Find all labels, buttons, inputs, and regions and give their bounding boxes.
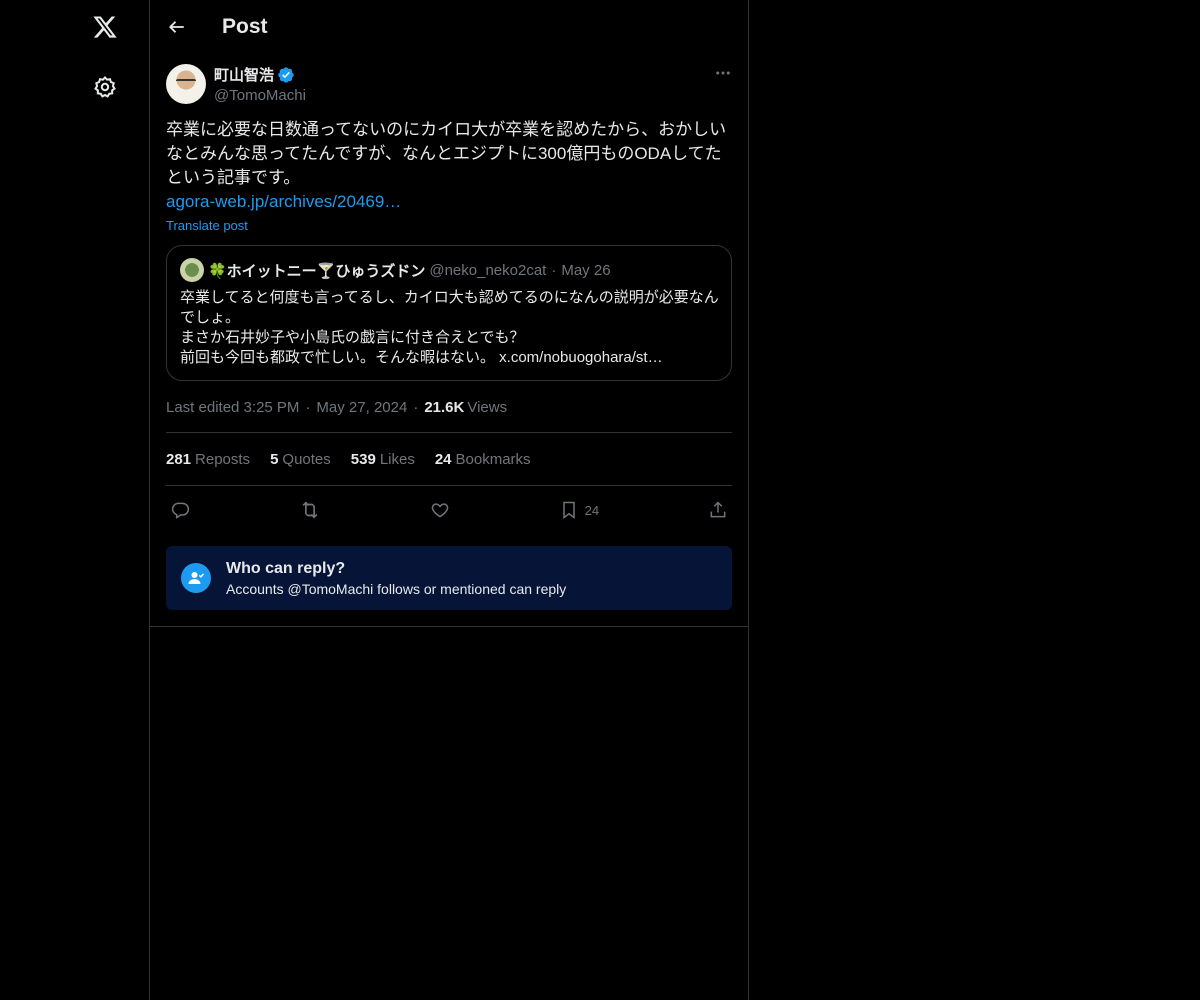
share-icon bbox=[710, 501, 726, 518]
left-rail bbox=[0, 0, 150, 1000]
repost-icon bbox=[302, 501, 318, 519]
quoted-post[interactable]: 🍀ホイットニー🍸ひゅうズドン @neko_neko2cat · May 26 卒… bbox=[166, 245, 732, 381]
stat-label: Likes bbox=[379, 450, 415, 468]
quotes-stat[interactable]: 5 Quotes bbox=[270, 451, 331, 468]
views-label: Views bbox=[467, 399, 508, 416]
quote-separator: · bbox=[551, 261, 557, 279]
bookmark-icon bbox=[562, 501, 575, 519]
back-arrow-icon[interactable] bbox=[166, 16, 188, 38]
author-name[interactable]: 町山智浩 bbox=[214, 64, 274, 85]
post-column: Post 町山智浩 @TomoMachi 卒業に必要な日数通ってないのにカイロ大… bbox=[149, 0, 749, 1000]
author-name-row: 町山智浩 bbox=[214, 64, 306, 85]
stat-number: 539 bbox=[350, 450, 376, 468]
post: 町山智浩 @TomoMachi 卒業に必要な日数通ってないのにカイロ大が卒業を認… bbox=[150, 54, 748, 610]
heart-icon bbox=[431, 503, 449, 518]
stat-label: Quotes bbox=[282, 450, 331, 468]
quote-date: May 26 bbox=[561, 261, 611, 279]
reply-button[interactable] bbox=[170, 500, 190, 520]
meta-separator: · bbox=[305, 399, 311, 416]
settings-gear-icon[interactable] bbox=[88, 70, 122, 104]
post-link[interactable]: agora-web.jp/archives/20469… bbox=[166, 190, 736, 214]
post-body: 卒業に必要な日数通ってないのにカイロ大が卒業を認めたから、おかしいなとみんな思っ… bbox=[166, 120, 727, 187]
page-title: Post bbox=[222, 15, 268, 38]
reply-restriction-banner: Who can reply? Accounts @TomoMachi follo… bbox=[166, 546, 732, 610]
like-button[interactable] bbox=[430, 500, 450, 520]
verified-badge-icon bbox=[277, 66, 295, 84]
more-options-icon[interactable] bbox=[714, 64, 732, 87]
repost-button[interactable] bbox=[299, 499, 321, 521]
author-row: 町山智浩 @TomoMachi bbox=[166, 64, 732, 104]
stat-number: 5 bbox=[270, 450, 279, 468]
bookmarks-stat[interactable]: 24 Bookmarks bbox=[435, 451, 531, 468]
edited-time[interactable]: Last edited 3:25 PM bbox=[166, 399, 299, 416]
header: Post bbox=[150, 0, 748, 54]
bookmark-button[interactable]: 24 bbox=[559, 500, 599, 520]
avatar[interactable] bbox=[166, 64, 206, 104]
quote-author-name: 🍀ホイットニー🍸ひゅうズドン bbox=[208, 262, 426, 280]
stat-number: 281 bbox=[166, 450, 192, 468]
bookmark-count: 24 bbox=[584, 502, 600, 518]
reply-restriction-subtitle: Accounts @TomoMachi follows or mentioned… bbox=[226, 580, 567, 597]
quote-text: 卒業してると何度も言ってるし、カイロ大も認めてるのになんの説明が必要なんでしょ。… bbox=[180, 289, 719, 366]
stat-number: 24 bbox=[434, 450, 452, 468]
quote-header: 🍀ホイットニー🍸ひゅうズドン @neko_neko2cat · May 26 bbox=[180, 258, 719, 282]
post-divider bbox=[150, 626, 748, 627]
translate-post-link[interactable]: Translate post bbox=[166, 218, 732, 233]
post-date[interactable]: May 27, 2024 bbox=[316, 399, 407, 416]
reposts-stat[interactable]: 281 Reposts bbox=[166, 451, 250, 468]
author-handle[interactable]: @TomoMachi bbox=[214, 87, 306, 104]
reply-icon bbox=[171, 502, 190, 519]
post-meta: Last edited 3:25 PM · May 27, 2024 · 21.… bbox=[166, 399, 732, 433]
quote-author-handle: @neko_neko2cat bbox=[429, 261, 547, 279]
likes-stat[interactable]: 539 Likes bbox=[351, 451, 415, 468]
views-count: 21.6K bbox=[424, 399, 465, 416]
post-text: 卒業に必要な日数通ってないのにカイロ大が卒業を認めたから、おかしいなとみんな思っ… bbox=[166, 118, 736, 214]
mention-person-icon bbox=[181, 563, 211, 593]
reply-restriction-title: Who can reply? bbox=[226, 559, 346, 577]
meta-separator: · bbox=[413, 399, 419, 416]
engagement-stats: 281 Reposts 5 Quotes 539 Likes 24 Bookmarks bbox=[166, 433, 732, 486]
author-meta: 町山智浩 @TomoMachi bbox=[214, 64, 306, 104]
quote-avatar bbox=[180, 258, 204, 282]
stat-label: Reposts bbox=[195, 450, 251, 468]
share-button[interactable] bbox=[708, 500, 728, 520]
stat-label: Bookmarks bbox=[455, 450, 531, 468]
x-logo-icon[interactable] bbox=[88, 10, 122, 44]
reply-restriction-text: Who can reply? Accounts @TomoMachi follo… bbox=[226, 560, 566, 597]
action-bar: 24 bbox=[166, 486, 732, 534]
